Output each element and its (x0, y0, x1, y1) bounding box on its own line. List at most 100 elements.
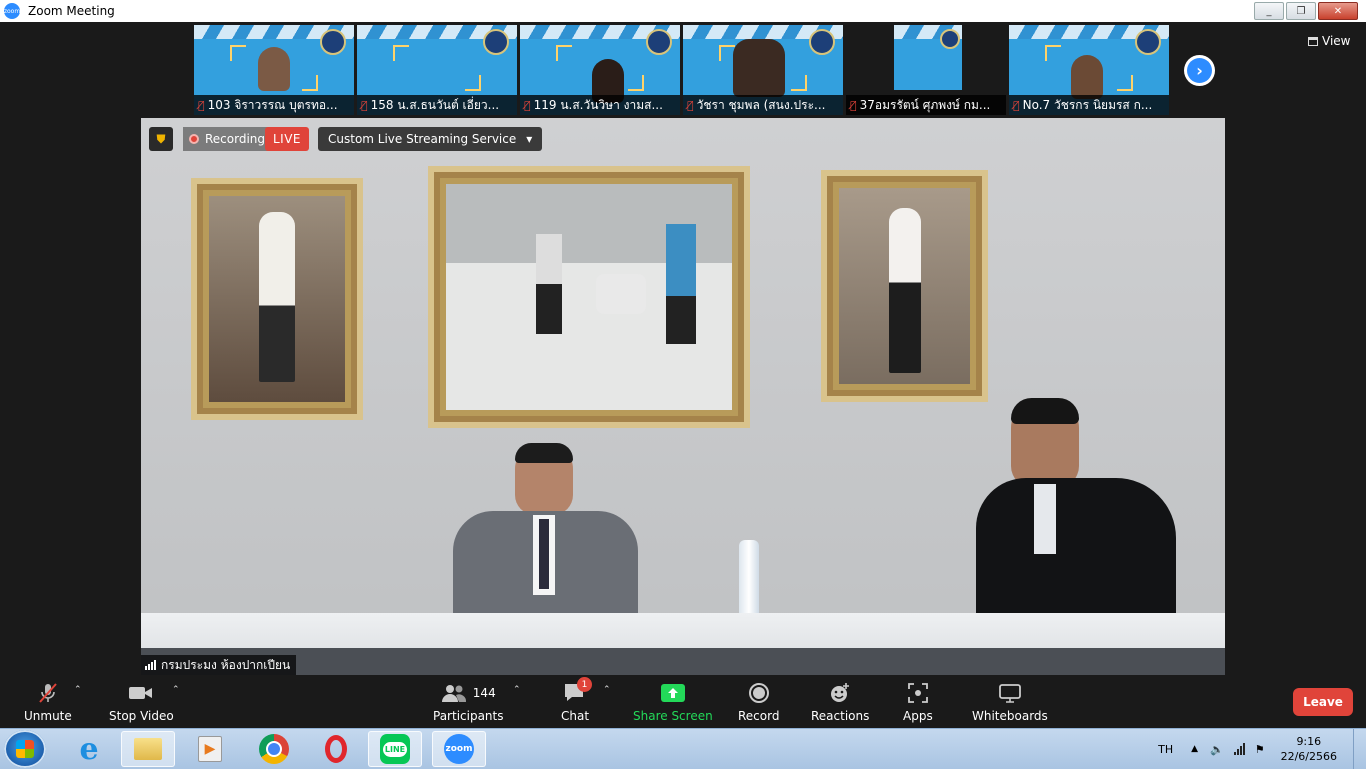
smiley-plus-icon (829, 681, 851, 705)
audio-options-chevron-icon[interactable]: ⌃ (74, 685, 82, 695)
record-button[interactable]: Record (738, 681, 779, 723)
participant-thumbnail[interactable]: 🎙̸ 37อมรรัตน์ ศุภพงษ์ กม... (846, 25, 1006, 115)
participant-video (894, 25, 962, 90)
speaker-name-tag: กรมประมง ห้องปากเปียน (141, 655, 297, 675)
signal-strength-icon (145, 660, 156, 670)
muted-mic-icon (36, 681, 60, 705)
participant-video (733, 39, 785, 97)
chat-unread-badge: 1 (577, 677, 593, 692)
window-title: Zoom Meeting (28, 4, 115, 18)
taskbar-chrome[interactable] (247, 731, 301, 767)
clock-time: 9:16 (1296, 735, 1322, 748)
muted-mic-icon: 🎙̸ (850, 98, 857, 112)
muted-mic-icon: 🎙̸ (524, 98, 531, 112)
second-speaker-person (936, 398, 1216, 648)
internet-explorer-icon: e (79, 731, 99, 767)
language-indicator[interactable]: TH (1158, 743, 1173, 756)
whiteboard-icon (998, 681, 1022, 705)
participant-name: 158 น.ส.ธนวันต์ เอี่ยว... (370, 97, 500, 112)
taskbar-file-explorer[interactable] (121, 731, 175, 767)
muted-mic-icon: 🎙̸ (687, 98, 694, 112)
volume-icon[interactable]: 🔈 (1210, 743, 1224, 756)
chat-button[interactable]: 1 Chat (561, 677, 593, 723)
record-label: Record (738, 709, 780, 723)
participants-icon (441, 685, 466, 702)
opera-icon (325, 735, 347, 763)
view-button[interactable]: View (1308, 34, 1350, 48)
participant-name: วัชรา ชุมพล (สนง.ประ... (696, 97, 826, 112)
participant-thumbnail[interactable]: 🎙̸ 103 จิราวรรณ บุตรทอ... (194, 25, 354, 115)
meeting-toolbar: Unmute ⌃ Stop Video ⌃ 144 Participants ⌃… (0, 675, 1366, 728)
speaker-person (453, 443, 638, 613)
seal-logo-icon (1135, 29, 1161, 55)
show-desktop-button[interactable] (1353, 729, 1366, 769)
network-icon[interactable] (1233, 743, 1245, 755)
live-stream-dropdown[interactable]: Custom Live Streaming Service ▾ (318, 127, 543, 151)
reactions-label: Reactions (811, 709, 870, 723)
taskbar-line[interactable]: LINE (368, 731, 422, 767)
participant-name: 119 น.ส.วันวิษา งามส... (533, 97, 663, 112)
speaker-name-label: กรมประมง ห้องปากเปียน (161, 657, 291, 672)
whiteboards-button[interactable]: Whiteboards (972, 681, 1048, 723)
chrome-icon (259, 734, 289, 764)
participant-thumbnail[interactable]: 🎙̸ No.7 วัชรกร นิยมรส ก... (1009, 25, 1169, 115)
seal-logo-icon (646, 29, 672, 55)
show-hidden-icons-icon[interactable]: ▲ (1191, 744, 1198, 754)
chevron-right-icon: › (1187, 58, 1212, 83)
close-button[interactable]: ✕ (1318, 2, 1358, 20)
muted-mic-icon: 🎙̸ (1013, 98, 1020, 112)
window-titlebar: zoom Zoom Meeting _ ❐ ✕ (0, 0, 1366, 22)
participant-thumbnail[interactable]: 🎙̸ 119 น.ส.วันวิษา งามส... (520, 25, 680, 115)
seal-logo-icon (483, 29, 509, 55)
video-options-chevron-icon[interactable]: ⌃ (172, 685, 180, 695)
security-shield-icon[interactable]: ⛊ (149, 127, 173, 151)
photo-frame (428, 166, 750, 428)
apps-icon (907, 681, 929, 705)
view-label: View (1322, 34, 1351, 48)
taskbar-opera[interactable] (309, 731, 363, 767)
record-dot-icon (189, 134, 199, 144)
chevron-down-icon: ▾ (526, 132, 533, 146)
unmute-button[interactable]: Unmute (24, 681, 72, 723)
media-player-icon: ▶ (198, 736, 222, 762)
recording-indicator[interactable]: Recording (183, 127, 272, 151)
window-controls: _ ❐ ✕ (1254, 2, 1358, 20)
action-center-flag-icon[interactable]: ⚑ (1255, 743, 1265, 756)
clock-date: 22/6/2566 (1280, 750, 1337, 763)
taskbar-zoom[interactable]: zoom (432, 731, 486, 767)
chat-label: Chat (561, 709, 590, 723)
stop-video-button[interactable]: Stop Video (109, 681, 174, 723)
participant-thumbnail[interactable]: 🎙̸ วัชรา ชุมพล (สนง.ประ... (683, 25, 843, 115)
clock[interactable]: 9:16 22/6/2566 (1281, 734, 1337, 764)
zoom-logo-icon: zoom (4, 3, 20, 19)
chat-chevron-icon[interactable]: ⌃ (603, 685, 611, 695)
portrait-frame (191, 178, 363, 420)
muted-mic-icon: 🎙̸ (361, 98, 368, 112)
leave-button[interactable]: Leave (1293, 688, 1353, 716)
taskbar-media-player[interactable]: ▶ (183, 731, 237, 767)
share-screen-button[interactable]: Share Screen (633, 681, 713, 723)
participant-video (258, 47, 290, 91)
share-screen-icon (660, 681, 686, 705)
minimize-button[interactable]: _ (1254, 2, 1284, 20)
live-badge[interactable]: LIVE (265, 127, 310, 151)
chat-icon: 1 (563, 677, 593, 705)
start-button[interactable] (4, 730, 46, 768)
restore-button[interactable]: ❐ (1286, 2, 1316, 20)
zoom-icon: zoom (444, 734, 474, 764)
unmute-label: Unmute (24, 709, 72, 723)
participant-thumbnail[interactable]: 🎙̸ 158 น.ส.ธนวันต์ เอี่ยว... (357, 25, 517, 115)
water-bottle (739, 540, 759, 620)
recording-label: Recording (205, 132, 266, 146)
participants-count: 144 (472, 686, 496, 700)
participants-chevron-icon[interactable]: ⌃ (513, 685, 521, 695)
windows-taskbar: e ▶ LINE zoom TH ▲ 🔈 ⚑ 9:16 22/6/2566 (0, 728, 1366, 769)
windows-logo-icon (16, 740, 34, 758)
reactions-button[interactable]: Reactions (811, 681, 869, 723)
taskbar-internet-explorer[interactable]: e (62, 731, 116, 767)
video-camera-icon (128, 681, 154, 705)
apps-label: Apps (903, 709, 933, 723)
next-page-button[interactable]: › (1184, 55, 1215, 86)
participants-button[interactable]: 144 Participants (433, 681, 504, 723)
apps-button[interactable]: Apps (903, 681, 933, 723)
